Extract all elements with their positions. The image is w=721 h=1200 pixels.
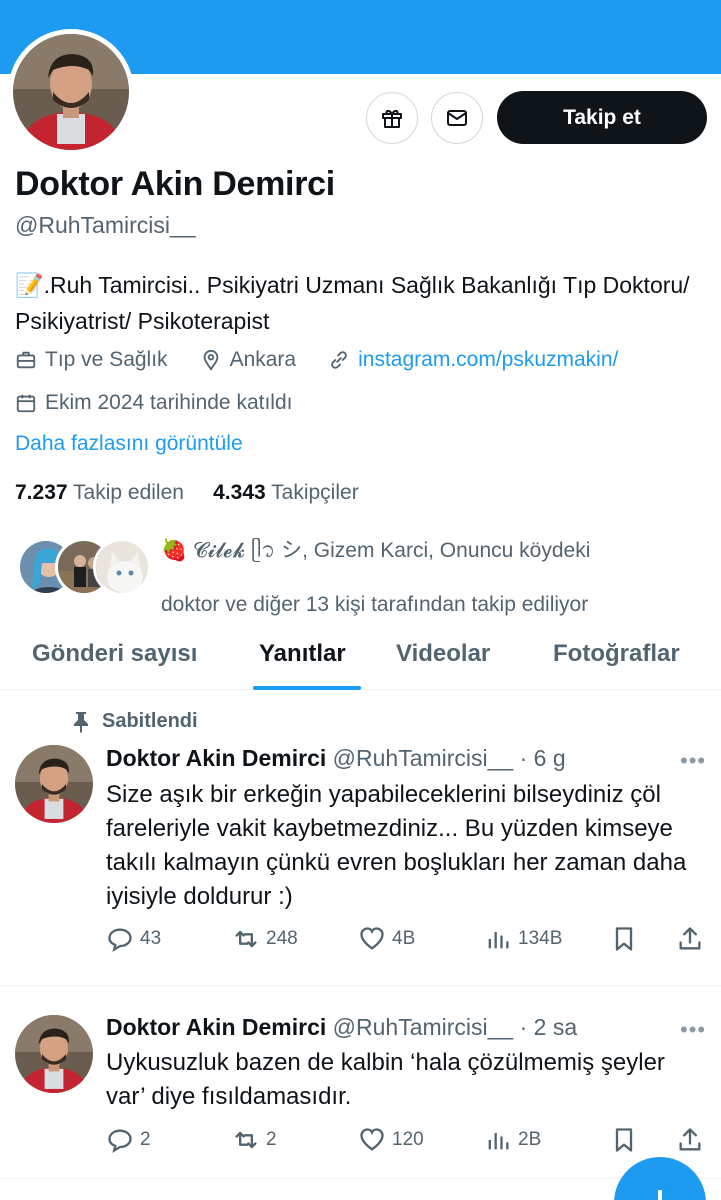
- show-more-link[interactable]: Daha fazlasını görüntüle: [15, 432, 243, 456]
- reply-icon: [106, 925, 134, 953]
- tweet-author-handle[interactable]: @RuhTamircisi__: [333, 745, 514, 771]
- bookmark-button[interactable]: [610, 1126, 638, 1154]
- tab-videos[interactable]: Videolar: [396, 640, 490, 668]
- tweet-time[interactable]: · 2 sa: [520, 1014, 578, 1040]
- retweet-icon: [232, 925, 260, 953]
- followers-stat[interactable]: 4.343 Takipçiler: [213, 481, 359, 504]
- pinned-label: Sabitlendi: [72, 710, 198, 733]
- profile-category: Tıp ve Sağlık: [45, 348, 168, 371]
- heart-icon: [358, 1126, 386, 1154]
- link-icon: [328, 349, 350, 371]
- gift-icon: [380, 106, 404, 130]
- retweet-button[interactable]: 2: [232, 1126, 277, 1154]
- followed-by-line2: doktor ve diğer 13 kişi tarafından takip…: [161, 593, 589, 616]
- profile-website-link[interactable]: instagram.com/pskuzmakin/: [358, 348, 618, 372]
- profile-meta-row: Tıp ve Sağlık Ankara instagram.com/pskuz…: [15, 348, 618, 372]
- profile-joined: Ekim 2024 tarihinde katıldı: [45, 391, 293, 414]
- views-icon: [484, 1126, 512, 1154]
- profile-tabs: Gönderi sayısı Yanıtlar Videolar Fotoğra…: [0, 630, 721, 690]
- followed-by-line1: 🍓 𝓒𝓲𝓵𝓮𝓴 ᥫ᭡ シ, Gizem Karci, Onuncu köydek…: [161, 539, 591, 562]
- like-button[interactable]: 120: [358, 1126, 424, 1154]
- views-button[interactable]: 134B: [484, 925, 562, 953]
- follower-avatar: [93, 538, 151, 596]
- share-icon: [676, 1126, 704, 1154]
- views-button[interactable]: 2B: [484, 1126, 541, 1154]
- retweet-button[interactable]: 248: [232, 925, 298, 953]
- profile-joined-row: Ekim 2024 tarihinde katıldı: [15, 391, 292, 415]
- bookmark-button[interactable]: [610, 925, 638, 953]
- tab-photos[interactable]: Fotoğraflar: [553, 640, 680, 668]
- reply-button[interactable]: 43: [106, 925, 161, 953]
- following-stat[interactable]: 7.237 Takip edilen: [15, 481, 184, 504]
- compose-button[interactable]: +: [614, 1157, 706, 1200]
- briefcase-icon: [15, 349, 37, 371]
- share-button[interactable]: [676, 1126, 704, 1154]
- message-button[interactable]: [431, 92, 483, 144]
- tweet-author-handle[interactable]: @RuhTamircisi__: [333, 1014, 514, 1040]
- tweet-divider: [0, 985, 721, 986]
- share-icon: [676, 925, 704, 953]
- tweet-author-name[interactable]: Doktor Akin Demirci: [106, 745, 326, 771]
- followed-by-avatars[interactable]: [17, 538, 151, 596]
- reply-icon: [106, 1126, 134, 1154]
- tweet-actions: 2 2 120 2B: [106, 1126, 706, 1156]
- bookmark-icon: [610, 1126, 638, 1154]
- tweet-header: Doktor Akin Demirci @RuhTamircisi__ · 2 …: [106, 1014, 577, 1041]
- profile-stats: 7.237 Takip edilen 4.343 Takipçiler: [15, 481, 359, 505]
- compose-plus-icon: +: [644, 1176, 676, 1200]
- like-button[interactable]: 4B: [358, 925, 415, 953]
- pin-icon: [72, 711, 90, 733]
- tweet-author-name[interactable]: Doktor Akin Demirci: [106, 1014, 326, 1040]
- bio-emoji: 📝: [15, 272, 44, 298]
- profile-bio: 📝.Ruh Tamircisi.. Psikiyatri Uzmanı Sağl…: [15, 267, 695, 339]
- bio-text: .Ruh Tamircisi.. Psikiyatri Uzmanı Sağlı…: [15, 272, 690, 334]
- profile-handle: @RuhTamircisi__: [15, 212, 196, 238]
- calendar-icon: [15, 392, 37, 414]
- active-tab-indicator: [253, 686, 361, 690]
- tweet-actions: 43 248 4B 134B: [106, 925, 706, 955]
- followed-by-text[interactable]: 🍓 𝓒𝓲𝓵𝓮𝓴 ᥫ᭡ シ, Gizem Karci, Onuncu köydek…: [161, 524, 701, 632]
- tab-replies[interactable]: Yanıtlar: [259, 640, 346, 668]
- tweet-divider: [0, 1178, 721, 1179]
- tweet-avatar[interactable]: [15, 1015, 93, 1093]
- tweet-text: Size aşık bir erkeğin yapabileceklerini …: [106, 781, 687, 910]
- gift-button[interactable]: [366, 92, 418, 144]
- profile-name: Doktor Akin Demirci: [15, 165, 335, 203]
- retweet-icon: [232, 1126, 260, 1154]
- heart-icon: [358, 925, 386, 953]
- tweet-more-button[interactable]: •••: [680, 748, 706, 774]
- tweet-header: Doktor Akin Demirci @RuhTamircisi__ · 6 …: [106, 745, 566, 772]
- follow-button[interactable]: Takip et: [497, 91, 707, 144]
- tab-posts[interactable]: Gönderi sayısı: [32, 640, 197, 668]
- bookmark-icon: [610, 925, 638, 953]
- tweet-avatar[interactable]: [15, 745, 93, 823]
- tweet-text: Uykusuzluk bazen de kalbin ‘hala çözülme…: [106, 1049, 665, 1110]
- profile-location: Ankara: [229, 348, 297, 371]
- share-button[interactable]: [676, 925, 704, 953]
- views-icon: [484, 925, 512, 953]
- reply-button[interactable]: 2: [106, 1126, 151, 1154]
- mail-icon: [445, 106, 469, 130]
- profile-avatar[interactable]: [8, 29, 134, 155]
- tweet-more-button[interactable]: •••: [680, 1017, 706, 1043]
- location-pin-icon: [200, 349, 222, 371]
- tweet-time[interactable]: · 6 g: [520, 745, 566, 771]
